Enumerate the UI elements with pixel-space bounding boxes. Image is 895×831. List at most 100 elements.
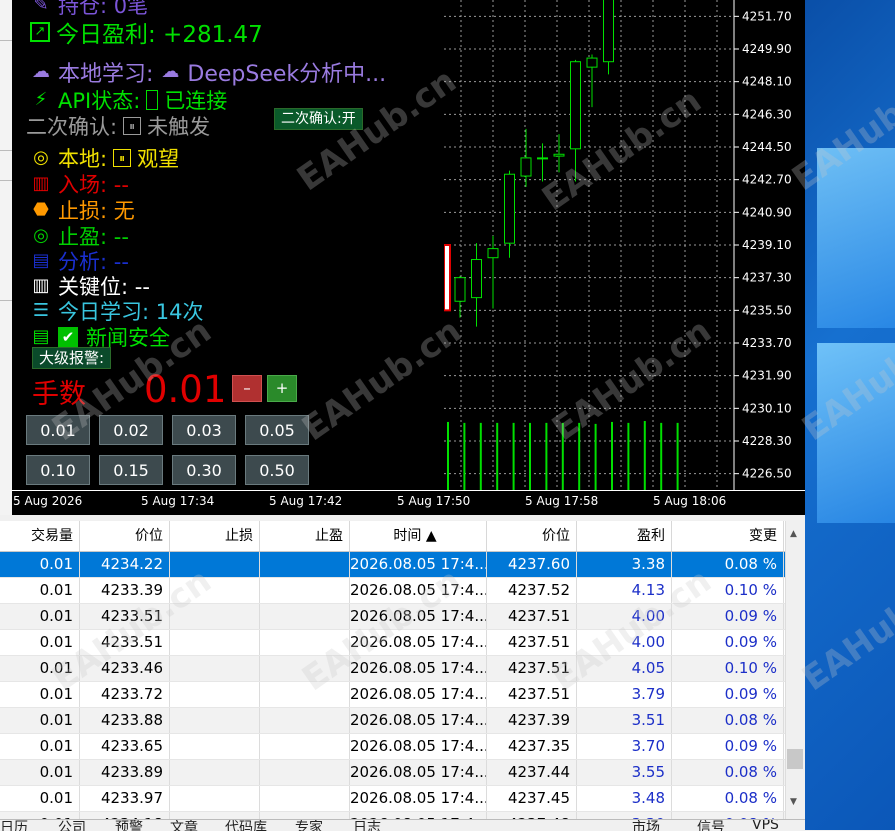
table-row[interactable]: 0.01 4233.97 2026.08.05 17:4... 4237.45 3.48…	[0, 786, 785, 812]
second-confirm-label: 二次确认:	[26, 115, 118, 139]
lot-button-0.05[interactable]: 0.05	[245, 415, 309, 445]
bar-chart-icon: ▥	[32, 275, 50, 296]
scroll-up-icon[interactable]: ▲	[790, 529, 797, 539]
column-header[interactable]: 价位	[487, 521, 577, 551]
table-row[interactable]: 0.01 4233.88 2026.08.05 17:4... 4237.39 3.51…	[0, 708, 785, 734]
time-tick: 5 Aug 2026	[13, 494, 83, 508]
lot-button-0.30[interactable]: 0.30	[172, 455, 236, 485]
table-cell: 2026.08.05 17:4...	[350, 760, 487, 785]
table-cell: 0.09 %	[672, 604, 784, 629]
table-header: 交易量 价位 止损 止盈 时间 ▲ 价位 盈利 变更	[0, 521, 785, 552]
table-row[interactable]: 0.01 4233.39 2026.08.05 17:4... 4237.52 4.13…	[0, 578, 785, 604]
table-cell: 0.01	[0, 786, 80, 811]
table-cell: 0.01	[0, 682, 80, 707]
candle-body	[603, 0, 614, 63]
table-row[interactable]: 0.01 4233.51 2026.08.05 17:4... 4237.51 4.00…	[0, 604, 785, 630]
table-row[interactable]: 0.01 4233.72 2026.08.05 17:4... 4237.51 3.79…	[0, 682, 785, 708]
column-header[interactable]: 价位	[80, 521, 170, 551]
lot-button-0.50[interactable]: 0.50	[245, 455, 309, 485]
table-row[interactable]: 0.01 4233.65 2026.08.05 17:4... 4237.35 3.70…	[0, 734, 785, 760]
terminal-tab[interactable]: 代码库	[225, 820, 267, 831]
table-row[interactable]: 0.01 4233.51 2026.08.05 17:4... 4237.51 4.00…	[0, 630, 785, 656]
time-tick: 5 Aug 18:06	[653, 494, 727, 508]
table-cell: 4233.97	[80, 786, 170, 811]
lot-button-0.15[interactable]: 0.15	[99, 455, 163, 485]
candle-body	[520, 157, 532, 177]
table-cell: 4237.39	[487, 708, 577, 733]
column-header[interactable]: 变更	[672, 521, 784, 551]
terminal-tab[interactable]: 信号	[697, 820, 725, 831]
table-cell: 4233.72	[80, 682, 170, 707]
table-cell: 0.09 %	[672, 630, 784, 655]
candle-body	[537, 157, 548, 160]
table-cell: 4237.48	[487, 812, 577, 819]
table-cell: 4233.88	[80, 708, 170, 733]
table-cell: 4233.51	[80, 630, 170, 655]
table-cell: 0.08 %	[672, 760, 784, 785]
table-cell: 3.51	[577, 708, 672, 733]
lot-button-0.01[interactable]: 0.01	[26, 415, 90, 445]
terminal-tab[interactable]: 市场	[632, 820, 660, 831]
plug-icon: ⚡	[34, 89, 48, 110]
table-row[interactable]: 0.01 4233.89 2026.08.05 17:4... 4237.44 3.55…	[0, 760, 785, 786]
table-cell: 4.00	[577, 630, 672, 655]
column-header[interactable]: 盈利	[577, 521, 672, 551]
scroll-down-icon[interactable]: ▼	[790, 797, 797, 807]
lots-decrease-button[interactable]: –	[232, 375, 262, 402]
price-axis-label: 4233.70	[742, 336, 792, 350]
table-cell: 2026.08.05 17:4...	[350, 630, 487, 655]
time-tick: 5 Aug 17:42	[269, 494, 343, 508]
table-cell	[260, 760, 350, 785]
pin-icon: ✎	[33, 0, 49, 15]
column-header[interactable]: 止盈	[260, 521, 350, 551]
terminal-tab[interactable]: VPS	[752, 820, 779, 831]
table-cell	[170, 786, 260, 811]
table-cell: 0.01	[0, 552, 80, 577]
table-row[interactable]: 0.01 4233.46 2026.08.05 17:4... 4237.51 4.05…	[0, 656, 785, 682]
candle-body	[444, 244, 451, 312]
vertical-scrollbar[interactable]: ▲ ▼	[785, 521, 804, 819]
column-header[interactable]: 止损	[170, 521, 260, 551]
price-axis-label: 4235.50	[742, 303, 792, 317]
table-row[interactable]: 0.01 4234.22 2026.08.05 17:4... 4237.60 3.38…	[0, 552, 785, 578]
terminal-tab[interactable]: 预警	[115, 820, 143, 831]
table-row[interactable]: 0.014234.18 2026.08.05 17:4...4237.483.30…	[0, 812, 785, 819]
table-cell: 0.01	[0, 812, 80, 819]
table-cell	[260, 656, 350, 681]
brain-icon: ☁	[161, 61, 180, 82]
scroll-thumb[interactable]	[787, 749, 803, 769]
major-alert-button[interactable]: 大级报警:	[32, 347, 112, 369]
table-cell: 2026.08.05 17:4...	[350, 578, 487, 603]
candle-body	[504, 173, 515, 244]
table-cell: 4233.89	[80, 760, 170, 785]
table-cell	[260, 604, 350, 629]
terminal-tab[interactable]: 专家	[295, 820, 323, 831]
time-axis: 5 Aug 2026 5 Aug 17:34 5 Aug 17:42 5 Aug…	[12, 490, 805, 515]
table-body: 0.01 4234.22 2026.08.05 17:4... 4237.60 3.38…	[0, 552, 785, 819]
table-cell: 3.38	[577, 552, 672, 577]
table-cell: 3.70	[577, 734, 672, 759]
terminal-tab[interactable]: 日历	[0, 820, 28, 831]
price-chart[interactable]: 4251.70 4249.90 4248.10 4246.30 4244.50 4242.…	[444, 0, 805, 490]
chart-window[interactable]: ✎ 持仓: 0笔 ↗ 今日盈利: +281.47 ☁ 本地学习: ☁ DeepS…	[0, 0, 805, 515]
second-confirm-toggle-button[interactable]: 二次确认:开	[274, 108, 363, 130]
table-cell: 2026.08.05 17:4...	[350, 604, 487, 629]
price-axis-label: 4249.90	[742, 42, 792, 56]
terminal-tab[interactable]: 公司	[58, 820, 86, 831]
trade-table[interactable]: 交易量 价位 止损 止盈 时间 ▲ 价位 盈利 变更 0.01 4234.22 2026.08.0…	[0, 521, 785, 819]
price-axis-label: 4239.10	[742, 238, 792, 252]
table-cell	[260, 734, 350, 759]
table-cell: 3.79	[577, 682, 672, 707]
lot-button-0.02[interactable]: 0.02	[99, 415, 163, 445]
terminal-tab[interactable]: 文章	[170, 820, 198, 831]
column-header[interactable]: 时间 ▲	[350, 521, 487, 551]
lots-increase-button[interactable]: +	[267, 375, 297, 402]
lot-button-0.03[interactable]: 0.03	[172, 415, 236, 445]
target-icon: ◎	[33, 225, 49, 246]
candle-body	[454, 277, 466, 302]
terminal-tab[interactable]: 日志	[353, 820, 381, 831]
table-cell: 2026.08.05 17:4...	[350, 786, 487, 811]
lot-button-0.10[interactable]: 0.10	[26, 455, 90, 485]
price-axis-label: 4248.10	[742, 75, 792, 89]
column-header[interactable]: 交易量	[0, 521, 80, 551]
